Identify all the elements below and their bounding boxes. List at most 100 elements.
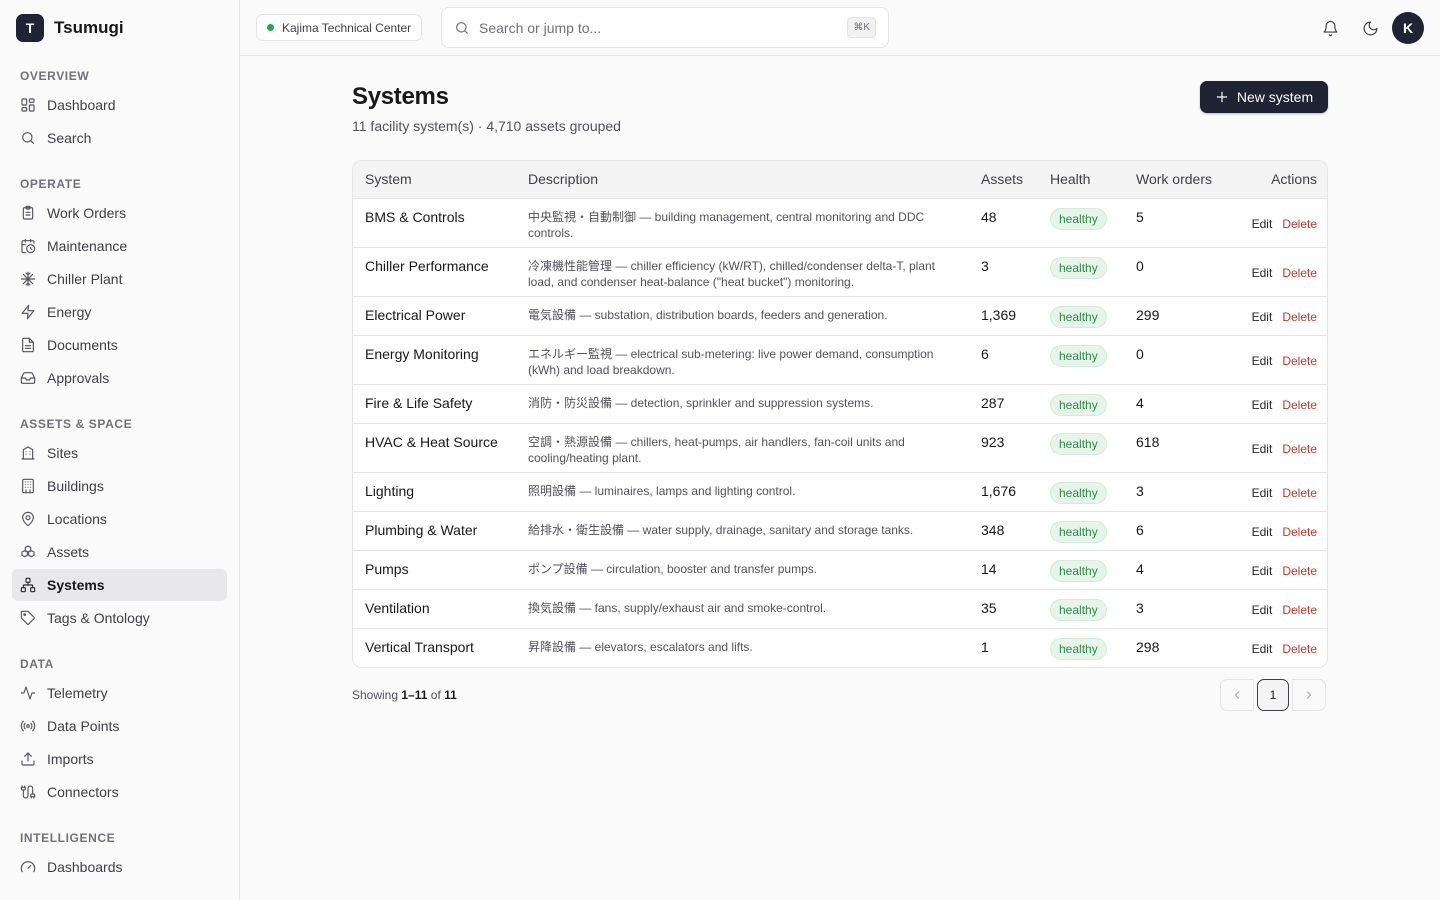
sidebar-item-maintenance[interactable]: Maintenance	[12, 230, 227, 262]
work-order-count: 3	[1124, 589, 1224, 629]
edit-button[interactable]: Edit	[1252, 266, 1273, 280]
delete-button[interactable]: Delete	[1282, 564, 1317, 578]
edit-button[interactable]: Edit	[1252, 486, 1273, 500]
table-row[interactable]: Energy Monitoring エネルギー監視 — electrical s…	[353, 335, 1327, 385]
sidebar-item-energy[interactable]: Energy	[12, 296, 227, 328]
sidebar-item-chiller-plant[interactable]: Chiller Plant	[12, 263, 227, 295]
edit-button[interactable]: Edit	[1252, 442, 1273, 456]
sidebar-item-connectors[interactable]: Connectors	[12, 776, 227, 808]
edit-button[interactable]: Edit	[1252, 310, 1273, 324]
sidebar-item-sites[interactable]: Sites	[12, 437, 227, 469]
system-name[interactable]: Chiller Performance	[353, 247, 516, 297]
delete-button[interactable]: Delete	[1282, 398, 1317, 412]
sidebar-item-assets[interactable]: Assets	[12, 536, 227, 568]
sidebar-item-imports[interactable]: Imports	[12, 743, 227, 775]
sidebar-item-search[interactable]: Search	[12, 122, 227, 154]
health-badge: healthy	[1050, 481, 1107, 504]
table-row[interactable]: Vertical Transport 昇降設備 — elevators, esc…	[353, 628, 1327, 667]
search-input[interactable]: Search or jump to...	[479, 20, 838, 36]
sidebar-item-work-orders[interactable]: Work Orders	[12, 197, 227, 229]
edit-button[interactable]: Edit	[1252, 603, 1273, 617]
table-row[interactable]: Pumps ポンプ設備 — circulation, booster and t…	[353, 550, 1327, 590]
table-row[interactable]: BMS & Controls 中央監視・自動制御 — building mana…	[353, 198, 1327, 248]
pagination-summary: Showing 1–11 of 11	[352, 688, 457, 702]
health-badge: healthy	[1050, 432, 1107, 455]
system-name[interactable]: Ventilation	[353, 589, 516, 629]
notifications-bell-icon[interactable]	[1318, 16, 1342, 40]
system-name[interactable]: Lighting	[353, 472, 516, 512]
brand[interactable]: T Tsumugi	[0, 0, 239, 56]
system-name[interactable]: Electrical Power	[353, 296, 516, 336]
pagination: 1	[1220, 679, 1326, 711]
delete-button[interactable]: Delete	[1282, 486, 1317, 500]
work-order-count: 299	[1124, 296, 1224, 336]
sidebar-item-dashboards[interactable]: Dashboards	[12, 851, 227, 883]
sidebar-item-dashboard[interactable]: Dashboard	[12, 89, 227, 121]
sidebar-item-locations[interactable]: Locations	[12, 503, 227, 535]
delete-button[interactable]: Delete	[1282, 525, 1317, 539]
next-page-button[interactable]	[1292, 679, 1326, 711]
nav-section: ASSETS & SPACE Sites Buildings Locations Ass…	[0, 412, 239, 634]
column-header-system[interactable]: System	[353, 161, 516, 199]
edit-button[interactable]: Edit	[1252, 398, 1273, 412]
edit-button[interactable]: Edit	[1252, 564, 1273, 578]
delete-button[interactable]: Delete	[1282, 266, 1317, 280]
system-name[interactable]: Plumbing & Water	[353, 511, 516, 551]
delete-button[interactable]: Delete	[1282, 603, 1317, 617]
delete-button[interactable]: Delete	[1282, 642, 1317, 656]
edit-button[interactable]: Edit	[1252, 217, 1273, 231]
system-name[interactable]: Fire & Life Safety	[353, 384, 516, 424]
network-icon	[20, 577, 36, 593]
health-cell: healthy	[1038, 589, 1124, 629]
delete-button[interactable]: Delete	[1282, 442, 1317, 456]
sidebar-item-data-points[interactable]: Data Points	[12, 710, 227, 742]
previous-page-button[interactable]	[1220, 679, 1254, 711]
table-row[interactable]: Ventilation 換気設備 — fans, supply/exhaust …	[353, 589, 1327, 629]
theme-toggle-moon-icon[interactable]	[1358, 16, 1382, 40]
site-selector[interactable]: Kajima Technical Center	[256, 14, 423, 41]
delete-button[interactable]: Delete	[1282, 217, 1317, 231]
system-description: エネルギー監視 — electrical sub-metering: live …	[516, 335, 969, 385]
system-name[interactable]: Pumps	[353, 550, 516, 590]
system-description: 昇降設備 — elevators, escalators and lifts.	[528, 639, 753, 654]
work-order-count: 6	[1124, 511, 1224, 551]
delete-button[interactable]: Delete	[1282, 310, 1317, 324]
system-name[interactable]: Vertical Transport	[353, 628, 516, 667]
health-badge: healthy	[1050, 598, 1107, 621]
user-avatar[interactable]: K	[1392, 12, 1424, 44]
table-row[interactable]: Chiller Performance 冷凍機性能管理 — chiller ef…	[353, 247, 1327, 297]
sidebar-item-systems[interactable]: Systems	[12, 569, 227, 601]
sidebar-item-telemetry[interactable]: Telemetry	[12, 677, 227, 709]
column-header-assets[interactable]: Assets	[969, 161, 1038, 199]
work-order-count: 4	[1124, 384, 1224, 424]
table-row[interactable]: Plumbing & Water 給排水・衛生設備 — water supply…	[353, 511, 1327, 551]
health-cell: healthy	[1038, 198, 1124, 248]
system-name[interactable]: HVAC & Heat Source	[353, 423, 516, 473]
row-actions: Edit Delete	[1224, 198, 1327, 248]
snowflake-icon	[20, 271, 36, 287]
edit-button[interactable]: Edit	[1252, 525, 1273, 539]
page-button-current[interactable]: 1	[1257, 679, 1289, 711]
health-cell: healthy	[1038, 628, 1124, 667]
sidebar-item-approvals[interactable]: Approvals	[12, 362, 227, 394]
sidebar-item-label: Assets	[47, 544, 90, 560]
row-actions: Edit Delete	[1224, 628, 1327, 667]
sidebar-item-tags-and-ontology[interactable]: Tags & Ontology	[12, 602, 227, 634]
delete-button[interactable]: Delete	[1282, 354, 1317, 368]
edit-button[interactable]: Edit	[1252, 354, 1273, 368]
table-row[interactable]: Lighting 照明設備 — luminaires, lamps and li…	[353, 472, 1327, 512]
sidebar-item-documents[interactable]: Documents	[12, 329, 227, 361]
system-name[interactable]: Energy Monitoring	[353, 335, 516, 385]
health-cell: healthy	[1038, 247, 1124, 297]
system-description: 冷凍機性能管理 — chiller efficiency (kW/RT), ch…	[516, 247, 969, 297]
sidebar-item-buildings[interactable]: Buildings	[12, 470, 227, 502]
column-header-work-orders[interactable]: Work orders	[1124, 161, 1224, 199]
table-row[interactable]: HVAC & Heat Source 空調・熱源設備 — chillers, h…	[353, 423, 1327, 473]
global-search[interactable]: Search or jump to... ⌘K	[441, 7, 889, 48]
table-row[interactable]: Fire & Life Safety 消防・防災設備 — detection, …	[353, 384, 1327, 424]
system-name[interactable]: BMS & Controls	[353, 198, 516, 248]
table-row[interactable]: Electrical Power 電気設備 — substation, dist…	[353, 296, 1327, 336]
activity-icon	[20, 686, 36, 700]
edit-button[interactable]: Edit	[1252, 642, 1273, 656]
new-system-button[interactable]: New system	[1200, 81, 1328, 113]
